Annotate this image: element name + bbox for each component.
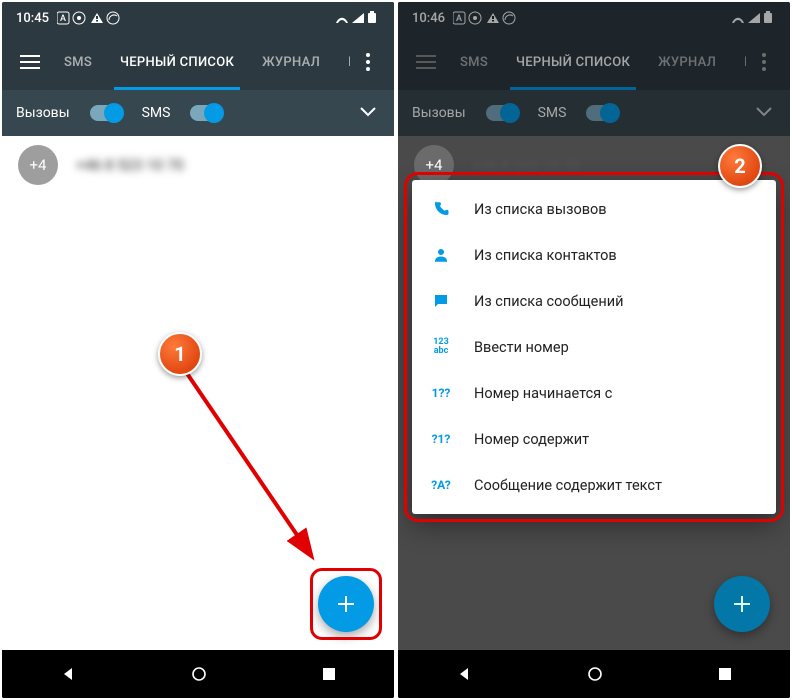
content-area: +4 +46 8 523 10 70 Из списка вызовов Из … <box>398 136 790 650</box>
nav-home[interactable] <box>191 666 207 682</box>
nav-back[interactable] <box>456 666 472 682</box>
svg-text:A: A <box>456 14 462 24</box>
menu-label: Номер начинается с <box>474 385 612 402</box>
plus-icon <box>731 593 753 615</box>
menu-from-messages[interactable]: Из списка сообщений <box>412 278 776 324</box>
expand-button[interactable] <box>360 105 380 121</box>
hamburger-icon <box>416 55 436 69</box>
menu-label: Ввести номер <box>474 339 569 356</box>
signal-icon <box>352 13 364 23</box>
filter-sms-label: SMS <box>142 105 171 121</box>
tab-sms[interactable]: SMS <box>446 34 502 90</box>
app-bar: SMS ЧЕРНЫЙ СПИСОК ЖУРНАЛ Р <box>2 34 394 90</box>
nav-back[interactable] <box>60 666 76 682</box>
nav-home[interactable] <box>587 666 603 682</box>
filter-calls-label: Вызовы <box>16 105 70 121</box>
svg-text:A: A <box>60 14 66 24</box>
tab-journal[interactable]: ЖУРНАЛ <box>644 34 730 90</box>
menu-message-contains[interactable]: ?A? Сообщение содержит текст <box>412 462 776 508</box>
hamburger-icon <box>20 55 40 69</box>
tab-blacklist[interactable]: ЧЕРНЫЙ СПИСОК <box>106 34 248 90</box>
status-right-icons <box>334 11 380 25</box>
tab-sms[interactable]: SMS <box>50 34 106 90</box>
tab-blacklist[interactable]: ЧЕРНЫЙ СПИСОК <box>502 34 644 90</box>
phone-icon <box>430 200 452 218</box>
toggle-sms[interactable] <box>190 105 222 121</box>
tab-bar: SMS ЧЕРНЫЙ СПИСОК ЖУРНАЛ Р <box>50 34 350 90</box>
tab-bar: SMS ЧЕРНЫЙ СПИСОК ЖУРНАЛ Р <box>446 34 746 90</box>
recents-icon <box>718 667 732 681</box>
nav-bar <box>2 650 394 698</box>
avatar: +4 <box>18 145 58 185</box>
home-icon <box>587 666 603 682</box>
annotation-arrow <box>178 364 338 574</box>
keypad-icon: 123 abc <box>430 338 452 356</box>
filter-sms-label: SMS <box>538 105 567 121</box>
nav-recents[interactable] <box>322 667 336 681</box>
tab-p-partial[interactable]: Р <box>334 34 350 90</box>
toggle-calls[interactable] <box>90 105 122 121</box>
menu-enter-number[interactable]: 123 abc Ввести номер <box>412 324 776 370</box>
phone-left: 10:45 A SMS ЧЕРНЫЙ СПИСОК <box>2 2 394 698</box>
phone-right: 10:46 A SMS ЧЕРНЫЙ СПИСОК ЖУРНАЛ Р <box>398 2 790 698</box>
content-area: +4 +46 8 523 10 70 1 <box>2 136 394 650</box>
status-bar: 10:45 A <box>2 2 394 34</box>
menu-label: Из списка контактов <box>474 247 617 264</box>
chevron-down-icon <box>756 107 772 117</box>
status-icon-group: A <box>453 11 523 25</box>
clock: 10:45 <box>16 11 49 26</box>
status-right-icons <box>730 11 776 25</box>
toggle-calls[interactable] <box>486 105 518 121</box>
clock: 10:46 <box>412 11 445 26</box>
blocked-number-label: +46 8 523 10 70 <box>472 156 580 174</box>
starts-with-icon: 1?? <box>430 386 452 400</box>
nav-recents[interactable] <box>718 667 732 681</box>
blocked-number-label: +46 8 523 10 70 <box>76 156 184 174</box>
filter-bar: Вызовы SMS <box>2 90 394 136</box>
text-contains-icon: ?A? <box>430 478 452 492</box>
menu-from-contacts[interactable]: Из списка контактов <box>412 232 776 278</box>
expand-button[interactable] <box>756 105 776 121</box>
more-vert-icon <box>762 53 766 71</box>
nav-bar <box>398 650 790 698</box>
tab-p-partial[interactable]: Р <box>730 34 746 90</box>
back-icon <box>60 666 76 682</box>
add-button-fab[interactable] <box>318 576 374 632</box>
more-vert-icon <box>366 53 370 71</box>
app-bar: SMS ЧЕРНЫЙ СПИСОК ЖУРНАЛ Р <box>398 34 790 90</box>
home-icon <box>191 666 207 682</box>
message-icon <box>430 292 452 310</box>
plus-icon <box>335 593 357 615</box>
back-icon <box>456 666 472 682</box>
tab-journal[interactable]: ЖУРНАЛ <box>248 34 334 90</box>
menu-contains[interactable]: ?1? Номер содержит <box>412 416 776 462</box>
recents-icon <box>322 667 336 681</box>
status-bar: 10:46 A <box>398 2 790 34</box>
hamburger-menu[interactable] <box>406 42 446 82</box>
person-icon <box>430 246 452 264</box>
add-button-fab[interactable] <box>714 576 770 632</box>
avatar: +4 <box>414 145 454 185</box>
annotation-badge-1: 1 <box>158 332 202 376</box>
wifi-icon <box>336 18 348 23</box>
menu-label: Из списка сообщений <box>474 293 623 310</box>
add-source-menu: Из списка вызовов Из списка контактов Из… <box>412 180 776 514</box>
contains-icon: ?1? <box>430 432 452 446</box>
menu-label: Сообщение содержит текст <box>474 477 662 494</box>
menu-label: Из списка вызовов <box>474 201 607 218</box>
blocked-number-row[interactable]: +4 +46 8 523 10 70 <box>2 136 394 194</box>
toggle-sms[interactable] <box>586 105 618 121</box>
hamburger-menu[interactable] <box>10 42 50 82</box>
filter-bar: Вызовы SMS <box>398 90 790 136</box>
menu-from-calls[interactable]: Из списка вызовов <box>412 186 776 232</box>
overflow-menu[interactable] <box>746 53 782 71</box>
menu-starts-with[interactable]: 1?? Номер начинается с <box>412 370 776 416</box>
menu-label: Номер содержит <box>474 431 589 448</box>
overflow-menu[interactable] <box>350 53 386 71</box>
annotation-badge-2: 2 <box>718 144 762 188</box>
chevron-down-icon <box>360 107 376 117</box>
battery-icon <box>368 13 376 23</box>
status-icon-group: A <box>57 11 127 25</box>
filter-calls-label: Вызовы <box>412 105 466 121</box>
